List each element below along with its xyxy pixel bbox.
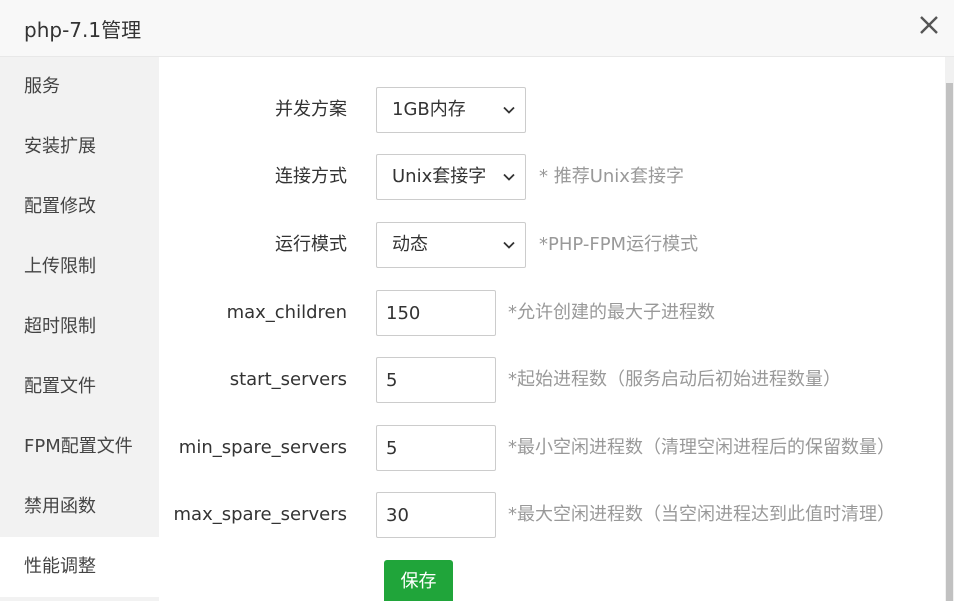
max-children-input[interactable]: [376, 290, 496, 336]
max-spare-servers-hint: *最大空闲进程数（当空闲进程达到此值时清理）: [508, 504, 895, 525]
concurrency-label: 并发方案: [275, 99, 347, 120]
title-bar: php-7.1管理: [0, 0, 954, 57]
sidebar-item-performance-tuning[interactable]: 性能调整: [0, 537, 159, 597]
chevron-down-icon: [503, 106, 515, 114]
max-children-label: max_children: [226, 302, 347, 323]
run-mode-select[interactable]: 动态: [376, 222, 526, 268]
scrollbar[interactable]: [945, 57, 954, 601]
close-icon[interactable]: [916, 12, 942, 38]
max-spare-servers-label: max_spare_servers: [173, 504, 348, 525]
sidebar-item-timeout-limit[interactable]: 超时限制: [0, 297, 159, 357]
connection-hint: * 推荐Unix套接字: [539, 166, 684, 187]
form-row-min-spare-servers: min_spare_servers *最小空闲进程数（清理空闲进程后的保留数量）: [159, 425, 945, 471]
run-mode-hint: *PHP-FPM运行模式: [539, 234, 699, 255]
min-spare-servers-label: min_spare_servers: [178, 437, 347, 458]
sidebar-item-fpm-config-file[interactable]: FPM配置文件: [0, 417, 159, 477]
save-button[interactable]: 保存: [384, 560, 453, 601]
start-servers-input[interactable]: [376, 357, 496, 403]
max-spare-servers-input[interactable]: [376, 492, 496, 538]
sidebar-item-install-extensions[interactable]: 安装扩展: [0, 117, 159, 177]
window-title: php-7.1管理: [24, 18, 142, 42]
start-servers-hint: *起始进程数（服务启动后初始进程数量）: [508, 369, 841, 390]
form-row-start-servers: start_servers *起始进程数（服务启动后初始进程数量）: [159, 357, 945, 403]
chevron-down-icon: [503, 241, 515, 249]
sidebar-item-config-modify[interactable]: 配置修改: [0, 177, 159, 237]
sidebar-item-service[interactable]: 服务: [0, 57, 159, 117]
run-mode-select-value: 动态: [392, 234, 428, 255]
sidebar-item-upload-limit[interactable]: 上传限制: [0, 237, 159, 297]
form-row-connection: 连接方式 Unix套接字 * 推荐Unix套接字: [159, 154, 945, 200]
connection-select-value: Unix套接字: [392, 166, 487, 187]
start-servers-label: start_servers: [229, 369, 347, 390]
run-mode-label: 运行模式: [275, 234, 347, 255]
sidebar: 服务 安装扩展 配置修改 上传限制 超时限制 配置文件 FPM配置文件 禁用函数…: [0, 57, 159, 601]
form-row-concurrency: 并发方案 1GB内存: [159, 87, 945, 133]
form-row-max-children: max_children *允许创建的最大子进程数: [159, 290, 945, 336]
min-spare-servers-input[interactable]: [376, 425, 496, 471]
min-spare-servers-hint: *最小空闲进程数（清理空闲进程后的保留数量）: [508, 437, 895, 458]
max-children-hint: *允许创建的最大子进程数: [508, 302, 715, 323]
concurrency-select[interactable]: 1GB内存: [376, 87, 526, 133]
chevron-down-icon: [503, 173, 515, 181]
connection-label: 连接方式: [275, 166, 347, 187]
scrollbar-thumb[interactable]: [946, 83, 953, 601]
sidebar-item-disabled-functions[interactable]: 禁用函数: [0, 477, 159, 537]
concurrency-select-value: 1GB内存: [392, 99, 466, 120]
performance-form: 并发方案 1GB内存 连接方式 Unix套接字 * 推荐Unix套接字 运行模式…: [159, 57, 945, 601]
connection-select[interactable]: Unix套接字: [376, 154, 526, 200]
sidebar-item-config-file[interactable]: 配置文件: [0, 357, 159, 417]
form-row-max-spare-servers: max_spare_servers *最大空闲进程数（当空闲进程达到此值时清理）: [159, 492, 945, 538]
form-row-run-mode: 运行模式 动态 *PHP-FPM运行模式: [159, 222, 945, 268]
